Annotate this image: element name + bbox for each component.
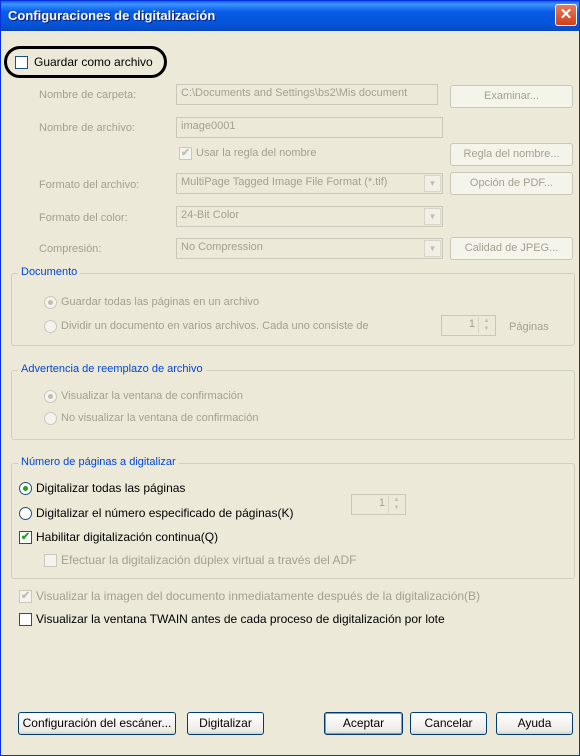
split-document-radio[interactable] bbox=[44, 320, 57, 333]
color-format-value: 24-Bit Color bbox=[181, 209, 240, 221]
scan-specified-pages-radio[interactable] bbox=[19, 507, 32, 520]
show-image-after-checkbox[interactable]: ✔ bbox=[19, 590, 32, 603]
jpeg-quality-button[interactable]: Calidad de JPEG... bbox=[450, 237, 573, 260]
window-title: Configuraciones de digitalización bbox=[8, 8, 216, 23]
browse-button[interactable]: Examinar... bbox=[450, 85, 573, 108]
pages-unit-label: Páginas bbox=[509, 321, 549, 333]
show-confirm-radio[interactable] bbox=[44, 390, 57, 403]
compression-value: No Compression bbox=[181, 241, 263, 253]
compression-select[interactable]: No Compression ▼ bbox=[176, 238, 443, 259]
scan-settings-dialog: Configuraciones de digitalización ✕ Guar… bbox=[0, 0, 580, 756]
scan-button[interactable]: Digitalizar bbox=[187, 712, 264, 735]
cancel-button[interactable]: Cancelar bbox=[410, 712, 487, 735]
close-button[interactable]: ✕ bbox=[555, 4, 577, 26]
scan-all-pages-label[interactable]: Digitalizar todas las páginas bbox=[36, 481, 185, 495]
show-image-after-label[interactable]: Visualizar la imagen del documento inmed… bbox=[36, 589, 480, 603]
virtual-duplex-label[interactable]: Efectuar la digitalización dúplex virtua… bbox=[61, 553, 356, 567]
title-bar[interactable]: Configuraciones de digitalización ✕ bbox=[1, 1, 579, 31]
show-twain-checkbox[interactable] bbox=[19, 613, 32, 626]
file-format-label: Formato del archivo: bbox=[39, 179, 140, 191]
save-all-pages-radio[interactable] bbox=[44, 296, 57, 309]
document-group-title: Documento bbox=[18, 266, 81, 278]
ok-button[interactable]: Aceptar bbox=[324, 712, 403, 735]
overwrite-warning-group: Advertencia de reemplazo de archivo bbox=[11, 363, 575, 440]
split-document-label[interactable]: Dividir un documento en varios archivos.… bbox=[61, 320, 369, 332]
split-pages-value: 1 bbox=[468, 318, 475, 330]
show-confirm-label[interactable]: Visualizar la ventana de confirmación bbox=[61, 390, 243, 402]
hide-confirm-label[interactable]: No visualizar la ventana de confirmación bbox=[61, 412, 259, 424]
continuous-scan-checkbox[interactable]: ✔ bbox=[19, 531, 32, 544]
pages-group-title: Número de páginas a digitalizar bbox=[18, 456, 179, 468]
use-name-rule-checkbox[interactable]: ✔ bbox=[179, 147, 192, 160]
color-format-select[interactable]: 24-Bit Color ▼ bbox=[176, 206, 443, 227]
folder-field[interactable]: C:\Documents and Settings\bs2\Mis docume… bbox=[176, 84, 438, 105]
overwrite-group-title: Advertencia de reemplazo de archivo bbox=[18, 363, 206, 375]
split-pages-stepper[interactable]: 1 ▲ ▼ bbox=[441, 315, 496, 336]
specified-pages-stepper[interactable]: 1 ▲ ▼ bbox=[351, 494, 406, 515]
chevron-down-icon[interactable]: ▼ bbox=[424, 208, 441, 225]
use-name-rule-label[interactable]: Usar la regla del nombre bbox=[196, 147, 316, 159]
show-twain-label[interactable]: Visualizar la ventana TWAIN antes de cad… bbox=[36, 612, 445, 626]
continuous-scan-label[interactable]: Habilitar digitalización continua(Q) bbox=[36, 530, 218, 544]
scanner-config-button[interactable]: Configuración del escáner... bbox=[18, 712, 176, 735]
scan-all-pages-radio[interactable] bbox=[19, 482, 32, 495]
file-format-value: MultiPage Tagged Image File Format (*.ti… bbox=[181, 176, 388, 188]
filename-field[interactable]: image0001 bbox=[176, 117, 443, 138]
help-button[interactable]: Ayuda bbox=[496, 712, 573, 735]
spin-arrows-icon[interactable]: ▲ ▼ bbox=[388, 496, 404, 513]
folder-label: Nombre de carpeta: bbox=[39, 89, 137, 101]
spin-arrows-icon[interactable]: ▲ ▼ bbox=[478, 317, 494, 334]
file-format-select[interactable]: MultiPage Tagged Image File Format (*.ti… bbox=[176, 173, 443, 194]
name-rule-button[interactable]: Regla del nombre... bbox=[450, 143, 573, 166]
virtual-duplex-checkbox[interactable] bbox=[44, 554, 57, 567]
chevron-down-icon[interactable]: ▼ bbox=[424, 175, 441, 192]
save-as-file-label[interactable]: Guardar como archivo bbox=[34, 55, 153, 69]
pdf-option-button[interactable]: Opción de PDF... bbox=[450, 172, 573, 195]
save-as-file-checkbox[interactable] bbox=[15, 56, 28, 69]
filename-label: Nombre de archivo: bbox=[39, 122, 135, 134]
hide-confirm-radio[interactable] bbox=[44, 412, 57, 425]
chevron-down-icon[interactable]: ▼ bbox=[424, 240, 441, 257]
specified-pages-value: 1 bbox=[378, 497, 385, 509]
compression-label: Compresión: bbox=[39, 243, 102, 255]
scan-specified-pages-label[interactable]: Digitalizar el número especificado de pá… bbox=[36, 506, 293, 520]
color-format-label: Formato del color: bbox=[39, 212, 128, 224]
save-all-pages-label[interactable]: Guardar todas las páginas en un archivo bbox=[61, 296, 259, 308]
